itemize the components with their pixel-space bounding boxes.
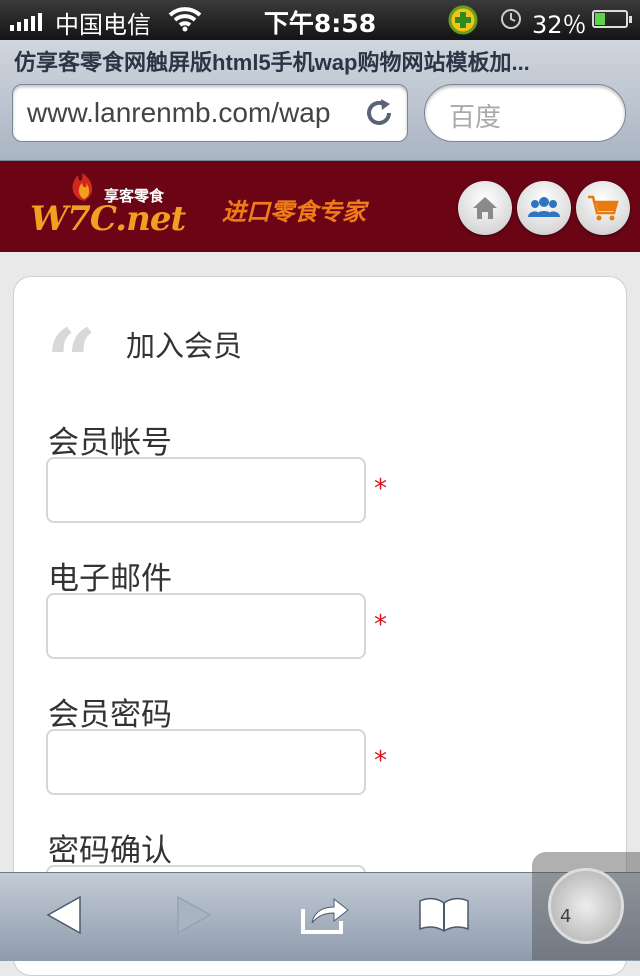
alarm-clock-icon [500,8,522,36]
quote-icon: “ [46,309,97,413]
account-input[interactable] [46,457,366,523]
password-label: 会员密码 [48,697,172,733]
url-text[interactable]: www.lanrenmb.com/wap [27,97,357,129]
required-mark: * [374,746,387,776]
battery-icon [592,10,632,28]
tab-count: 4 [560,906,572,927]
account-label: 会员帐号 [48,425,172,461]
members-button[interactable] [517,181,571,235]
required-mark: * [374,610,387,640]
home-button[interactable] [458,181,512,235]
password-input[interactable] [46,729,366,795]
battery-percent: 32％ [532,11,587,39]
page-title: 仿享客零食网触屏版html5手机wap购物网站模板加... [14,50,530,75]
cart-button[interactable] [576,181,630,235]
email-label: 电子邮件 [48,561,172,597]
reload-icon[interactable] [365,97,395,133]
home-icon [473,197,497,219]
browser-toolbar: 仿享客零食网触屏版html5手机wap购物网站模板加... www.lanren… [0,40,640,161]
confirm-password-label: 密码确认 [48,833,172,869]
status-bar: 中国电信 下午8:58 32％ [0,0,640,40]
cart-icon [588,195,619,221]
search-placeholder: 百度 [449,103,502,133]
bookmarks-icon[interactable] [418,895,470,939]
search-field[interactable]: 百度 [424,84,626,142]
security-app-icon [448,5,478,41]
email-input[interactable] [46,593,366,659]
site-logo[interactable]: 享客零食 W7C.net [28,167,186,247]
required-mark: * [374,474,387,504]
form-title: 加入会员 [126,329,243,363]
address-bar[interactable]: www.lanrenmb.com/wap [12,84,408,142]
users-icon [528,197,560,217]
logo-main-text: W7C.net [30,199,186,239]
share-icon[interactable] [300,895,350,939]
forward-icon[interactable] [176,895,212,939]
flame-icon [72,173,93,201]
site-header: 享客零食 W7C.net 进口零食专家 [0,161,640,252]
back-icon[interactable] [46,895,82,939]
site-slogan: 进口零食专家 [222,197,366,226]
tabs-button[interactable]: 4 [532,852,640,960]
